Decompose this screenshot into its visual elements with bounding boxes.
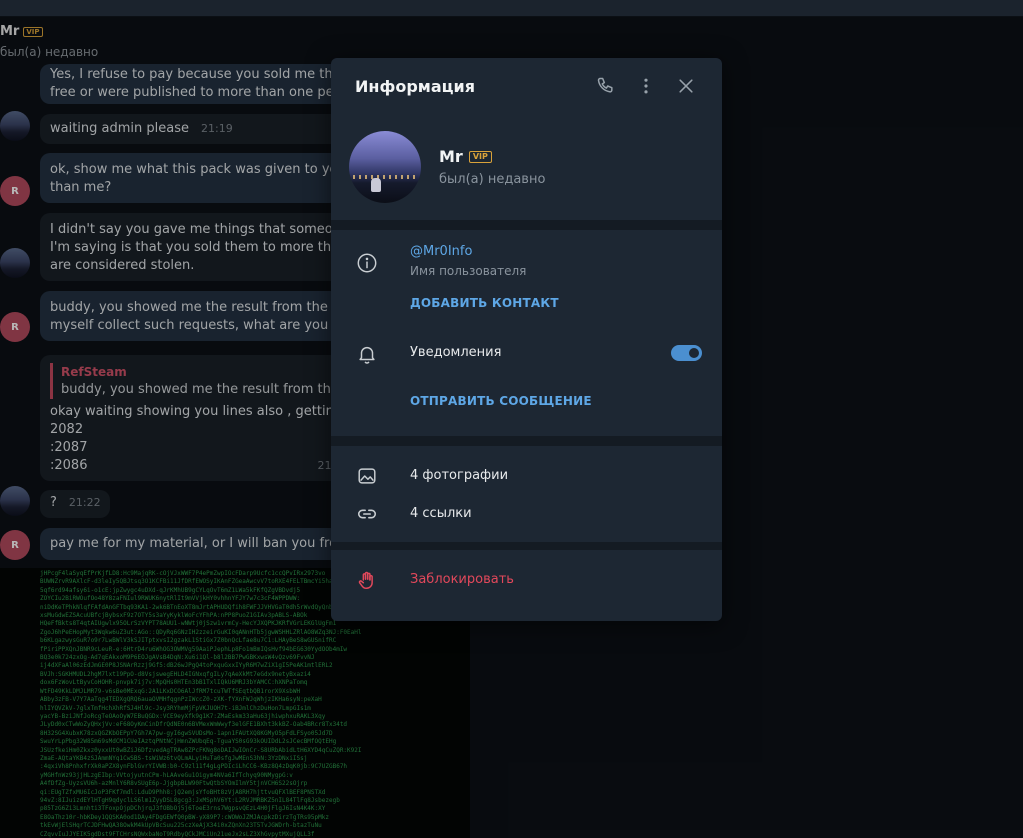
link-icon xyxy=(355,502,379,526)
avatar[interactable]: R xyxy=(0,530,30,560)
message-text: waiting admin please xyxy=(50,121,190,136)
message-line: free or were published to more than one … xyxy=(50,85,340,100)
message-line: ok, show me what this pack was given to … xyxy=(50,162,340,177)
panel-title: Информация xyxy=(355,77,475,96)
chat-header-status: был(а) недавно xyxy=(0,45,99,59)
window-top-bar xyxy=(0,0,1023,17)
notifications-toggle[interactable] xyxy=(671,345,702,361)
profile-avatar[interactable] xyxy=(349,131,421,203)
message-line: 2082 xyxy=(50,422,84,437)
notifications-label: Уведомления xyxy=(410,345,502,360)
message-bubble[interactable]: ok, show me what this pack was given to … xyxy=(40,153,340,203)
message-line: I didn't say you gave me things that som… xyxy=(50,222,340,237)
links-row[interactable]: 4 ссылки xyxy=(331,484,722,522)
message-time: 21:19 xyxy=(201,122,233,135)
message-line: I'm saying is that you sold them to more… xyxy=(50,240,340,255)
message-line: are considered stolen. xyxy=(50,258,195,273)
message-line: :2086 xyxy=(50,458,88,473)
message-bubble[interactable]: waiting admin please 21:19 xyxy=(40,114,340,144)
vip-badge: VIP xyxy=(23,26,43,37)
username-row[interactable]: @Mr0Info Имя пользователя xyxy=(331,230,722,290)
profile-name-text: Mr xyxy=(439,147,463,166)
send-message-row[interactable]: ОТПРАВИТЬ СООБЩЕНИЕ xyxy=(331,382,722,436)
section-divider xyxy=(331,436,722,446)
notifications-row[interactable]: Уведомления xyxy=(331,332,722,382)
panel-header: Информация xyxy=(331,58,722,114)
links-label: 4 ссылки xyxy=(410,506,472,521)
message-line: :2087 xyxy=(50,440,88,455)
message-line: than me? xyxy=(50,180,112,195)
reply-quote[interactable]: RefSteam buddy, you showed me the result… xyxy=(50,363,340,399)
profile-status: был(а) недавно xyxy=(439,172,546,187)
reply-text: buddy, you showed me the result from the… xyxy=(61,382,340,397)
bell-icon xyxy=(355,342,379,366)
send-message-button[interactable]: ОТПРАВИТЬ СООБЩЕНИЕ xyxy=(410,394,592,408)
close-icon[interactable] xyxy=(674,74,698,98)
avatar[interactable] xyxy=(0,248,30,278)
username-label: Имя пользователя xyxy=(410,264,527,278)
avatar[interactable] xyxy=(0,111,30,141)
user-info-panel: Информация Mr VIP был(а) недавно @Mr0Inf xyxy=(331,58,722,621)
photos-row[interactable]: 4 фотографии xyxy=(331,446,722,484)
message-bubble[interactable]: pay me for my material, or I will ban yo… xyxy=(40,528,340,560)
message-bubble[interactable]: RefSteam buddy, you showed me the result… xyxy=(40,355,340,481)
avatar[interactable] xyxy=(0,486,30,516)
info-icon xyxy=(355,251,379,275)
photos-label: 4 фотографии xyxy=(410,468,509,483)
avatar-letter: R xyxy=(11,321,19,333)
reply-author: RefSteam xyxy=(61,365,127,379)
avatar[interactable]: R xyxy=(0,176,30,206)
profile-name: Mr VIP xyxy=(439,147,545,166)
message-line: okay waiting showing you lines also , ge… xyxy=(50,404,340,419)
add-contact-row[interactable]: ДОБАВИТЬ КОНТАКТ xyxy=(331,290,722,332)
profile-section: Mr VIP был(а) недавно xyxy=(331,114,722,220)
add-contact-button[interactable]: ДОБАВИТЬ КОНТАКТ xyxy=(410,296,559,310)
message-bubble[interactable]: Yes, I refuse to pay because you sold me… xyxy=(40,64,340,104)
more-vertical-icon[interactable] xyxy=(634,74,658,98)
chat-header-name: Mr VIP xyxy=(0,24,98,39)
avatar[interactable]: R xyxy=(0,312,30,342)
message-line: Yes, I refuse to pay because you sold me… xyxy=(50,67,340,82)
section-divider xyxy=(331,220,722,230)
message-bubble[interactable]: I didn't say you gave me things that som… xyxy=(40,213,340,281)
avatar-letter: R xyxy=(11,185,19,197)
message-line: buddy, you showed me the result from the… xyxy=(50,300,340,315)
message-bubble[interactable]: ? 21:22 xyxy=(40,490,110,518)
avatar-letter: R xyxy=(11,539,19,551)
hand-stop-icon xyxy=(355,568,379,592)
message-bubble[interactable]: buddy, you showed me the result from the… xyxy=(40,291,340,341)
phone-icon[interactable] xyxy=(594,74,618,98)
block-row[interactable]: Заблокировать xyxy=(331,550,722,610)
vip-badge: VIP xyxy=(468,150,492,163)
username-text[interactable]: @Mr0Info xyxy=(410,244,526,259)
message-time: 21:22 xyxy=(68,496,101,509)
chat-header-name-text: Mr xyxy=(0,24,20,39)
section-divider xyxy=(331,542,722,550)
message-text: pay me for my material, or I will ban yo… xyxy=(50,536,340,551)
message-line: myself collect such requests, what are y… xyxy=(50,318,340,333)
block-user-button[interactable]: Заблокировать xyxy=(410,572,514,587)
message-time: 21 xyxy=(317,459,332,472)
chat-header[interactable]: Mr VIP был(а) недавно xyxy=(0,24,98,59)
message-text: ? xyxy=(50,495,57,510)
